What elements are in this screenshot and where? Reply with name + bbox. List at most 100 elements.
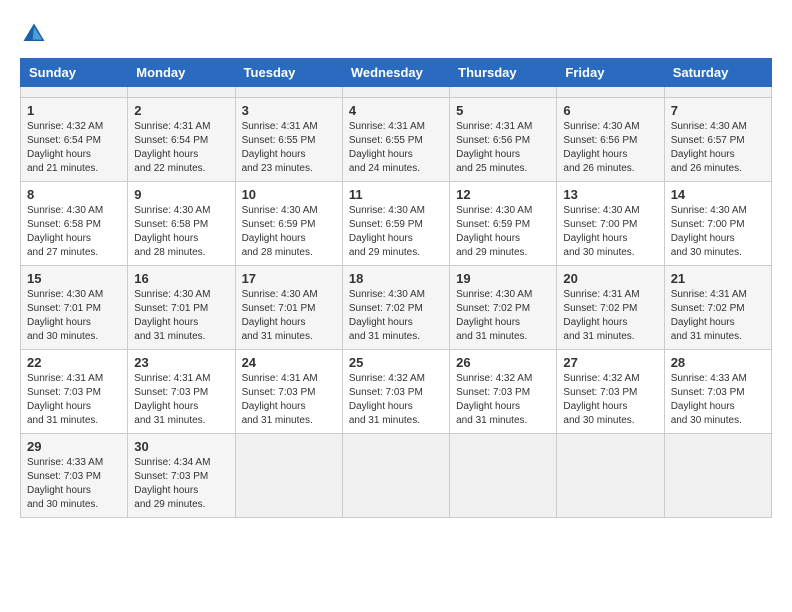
day-number: 20 [563, 271, 657, 286]
calendar-cell: 12Sunrise: 4:30 AMSunset: 6:59 PMDayligh… [450, 182, 557, 266]
calendar-cell [450, 87, 557, 98]
day-info: Sunrise: 4:31 AMSunset: 7:03 PMDaylight … [27, 372, 121, 428]
day-info: Sunrise: 4:34 AMSunset: 7:03 PMDaylight … [134, 456, 228, 512]
calendar-week-row [21, 87, 772, 98]
day-number: 8 [27, 187, 121, 202]
calendar-cell: 3 Sunrise: 4:31 AMSunset: 6:55 PMDaylight… [235, 98, 342, 182]
day-info: Sunrise: 4:33 AMSunset: 7:03 PMDaylight … [671, 372, 765, 428]
calendar-header-row: SundayMondayTuesdayWednesdayThursdayFrid… [21, 59, 772, 87]
day-number: 23 [134, 355, 228, 370]
day-number: 4 [349, 103, 443, 118]
calendar-cell [664, 434, 771, 518]
calendar-cell: 20Sunrise: 4:31 AMSunset: 7:02 PMDayligh… [557, 266, 664, 350]
calendar-cell [235, 434, 342, 518]
calendar-cell: 17 Sunrise: 4:30 AMSunset: 7:01 PMDayligh… [235, 266, 342, 350]
day-number: 28 [671, 355, 765, 370]
day-number: 1 [27, 103, 121, 118]
calendar-cell [342, 434, 449, 518]
day-info: Sunrise: 4:31 AMSunset: 6:56 PMDaylight … [456, 120, 550, 176]
page-header [20, 20, 772, 48]
day-info: Sunrise: 4:30 AMSunset: 7:01 PMDaylight … [134, 288, 228, 344]
calendar-cell [235, 87, 342, 98]
calendar-cell [21, 87, 128, 98]
calendar-cell [342, 87, 449, 98]
calendar-cell: 7 Sunrise: 4:30 AMSunset: 6:57 PMDaylight… [664, 98, 771, 182]
logo-icon [20, 20, 48, 48]
day-info: Sunrise: 4:30 AMSunset: 6:58 PMDaylight … [27, 204, 121, 260]
day-number: 13 [563, 187, 657, 202]
calendar-week-row: 29 Sunrise: 4:33 AMSunset: 7:03 PMDayligh… [21, 434, 772, 518]
calendar-table: SundayMondayTuesdayWednesdayThursdayFrid… [20, 58, 772, 518]
day-number: 3 [242, 103, 336, 118]
calendar-header-friday: Friday [557, 59, 664, 87]
day-number: 7 [671, 103, 765, 118]
calendar-cell: 1 Sunrise: 4:32 AMSunset: 6:54 PMDaylight… [21, 98, 128, 182]
calendar-cell: 30 Sunrise: 4:34 AMSunset: 7:03 PMDayligh… [128, 434, 235, 518]
calendar-cell [450, 434, 557, 518]
day-info: Sunrise: 4:31 AMSunset: 6:55 PMDaylight … [242, 120, 336, 176]
day-number: 5 [456, 103, 550, 118]
calendar-cell: 4 Sunrise: 4:31 AMSunset: 6:55 PMDaylight… [342, 98, 449, 182]
calendar-cell: 25 Sunrise: 4:32 AMSunset: 7:03 PMDayligh… [342, 350, 449, 434]
logo [20, 20, 52, 48]
day-info: Sunrise: 4:31 AMSunset: 6:55 PMDaylight … [349, 120, 443, 176]
day-number: 30 [134, 439, 228, 454]
calendar-cell: 10Sunrise: 4:30 AMSunset: 6:59 PMDayligh… [235, 182, 342, 266]
day-number: 6 [563, 103, 657, 118]
calendar-cell: 24 Sunrise: 4:31 AMSunset: 7:03 PMDayligh… [235, 350, 342, 434]
day-number: 21 [671, 271, 765, 286]
calendar-cell: 9Sunrise: 4:30 AMSunset: 6:58 PMDaylight… [128, 182, 235, 266]
day-number: 25 [349, 355, 443, 370]
calendar-header-tuesday: Tuesday [235, 59, 342, 87]
day-info: Sunrise: 4:30 AMSunset: 7:01 PMDaylight … [27, 288, 121, 344]
calendar-cell: 23Sunrise: 4:31 AMSunset: 7:03 PMDayligh… [128, 350, 235, 434]
day-info: Sunrise: 4:30 AMSunset: 7:02 PMDaylight … [456, 288, 550, 344]
day-number: 2 [134, 103, 228, 118]
calendar-header-sunday: Sunday [21, 59, 128, 87]
calendar-header-thursday: Thursday [450, 59, 557, 87]
day-info: Sunrise: 4:30 AMSunset: 7:00 PMDaylight … [563, 204, 657, 260]
day-info: Sunrise: 4:30 AMSunset: 7:01 PMDaylight … [242, 288, 336, 344]
calendar-cell [128, 87, 235, 98]
day-info: Sunrise: 4:30 AMSunset: 6:59 PMDaylight … [456, 204, 550, 260]
day-number: 11 [349, 187, 443, 202]
day-info: Sunrise: 4:30 AMSunset: 6:57 PMDaylight … [671, 120, 765, 176]
calendar-cell: 11Sunrise: 4:30 AMSunset: 6:59 PMDayligh… [342, 182, 449, 266]
calendar-header-monday: Monday [128, 59, 235, 87]
calendar-cell: 5 Sunrise: 4:31 AMSunset: 6:56 PMDaylight… [450, 98, 557, 182]
calendar-cell: 15 Sunrise: 4:30 AMSunset: 7:01 PMDayligh… [21, 266, 128, 350]
calendar-cell: 21 Sunrise: 4:31 AMSunset: 7:02 PMDayligh… [664, 266, 771, 350]
calendar-cell [664, 87, 771, 98]
day-number: 16 [134, 271, 228, 286]
calendar-cell: 13 Sunrise: 4:30 AMSunset: 7:00 PMDayligh… [557, 182, 664, 266]
day-info: Sunrise: 4:32 AMSunset: 7:03 PMDaylight … [349, 372, 443, 428]
calendar-cell: 26Sunrise: 4:32 AMSunset: 7:03 PMDayligh… [450, 350, 557, 434]
calendar-cell: 14Sunrise: 4:30 AMSunset: 7:00 PMDayligh… [664, 182, 771, 266]
day-number: 22 [27, 355, 121, 370]
day-info: Sunrise: 4:30 AMSunset: 7:02 PMDaylight … [349, 288, 443, 344]
calendar-cell: 27Sunrise: 4:32 AMSunset: 7:03 PMDayligh… [557, 350, 664, 434]
calendar-cell [557, 87, 664, 98]
day-info: Sunrise: 4:32 AMSunset: 6:54 PMDaylight … [27, 120, 121, 176]
day-info: Sunrise: 4:33 AMSunset: 7:03 PMDaylight … [27, 456, 121, 512]
day-info: Sunrise: 4:31 AMSunset: 6:54 PMDaylight … [134, 120, 228, 176]
day-number: 29 [27, 439, 121, 454]
calendar-week-row: 15 Sunrise: 4:30 AMSunset: 7:01 PMDayligh… [21, 266, 772, 350]
calendar-cell: 2 Sunrise: 4:31 AMSunset: 6:54 PMDaylight… [128, 98, 235, 182]
day-number: 24 [242, 355, 336, 370]
calendar-week-row: 22 Sunrise: 4:31 AMSunset: 7:03 PMDayligh… [21, 350, 772, 434]
day-number: 10 [242, 187, 336, 202]
calendar-header-wednesday: Wednesday [342, 59, 449, 87]
day-info: Sunrise: 4:31 AMSunset: 7:02 PMDaylight … [671, 288, 765, 344]
calendar-cell: 16 Sunrise: 4:30 AMSunset: 7:01 PMDayligh… [128, 266, 235, 350]
day-number: 14 [671, 187, 765, 202]
day-info: Sunrise: 4:32 AMSunset: 7:03 PMDaylight … [563, 372, 657, 428]
day-number: 15 [27, 271, 121, 286]
calendar-cell: 28 Sunrise: 4:33 AMSunset: 7:03 PMDayligh… [664, 350, 771, 434]
calendar-cell [557, 434, 664, 518]
day-info: Sunrise: 4:31 AMSunset: 7:03 PMDaylight … [242, 372, 336, 428]
day-number: 26 [456, 355, 550, 370]
day-number: 17 [242, 271, 336, 286]
day-number: 19 [456, 271, 550, 286]
calendar-cell: 19 Sunrise: 4:30 AMSunset: 7:02 PMDayligh… [450, 266, 557, 350]
